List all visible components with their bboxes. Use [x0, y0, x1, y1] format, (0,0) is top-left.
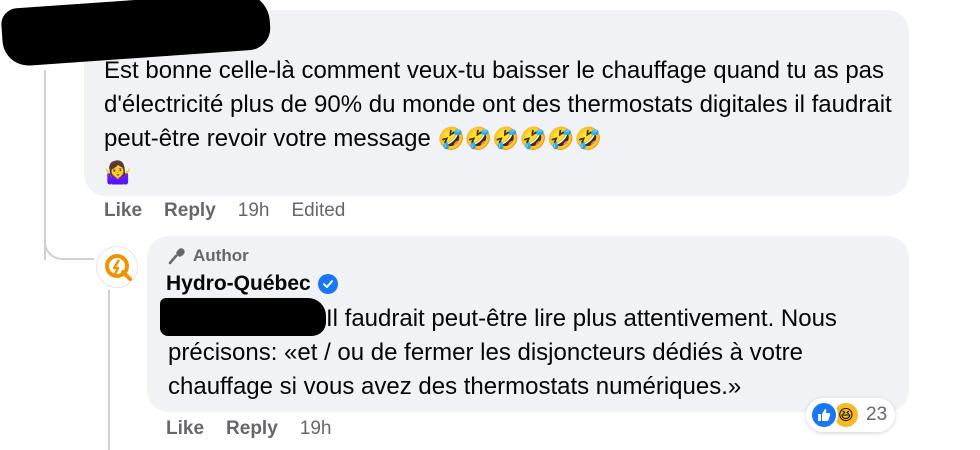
author-badge-label: Author: [193, 246, 249, 265]
reply-button[interactable]: Reply: [226, 418, 278, 440]
edited-label[interactable]: Edited: [291, 200, 345, 222]
reaction-summary[interactable]: 😆 23: [806, 398, 896, 432]
reply-button[interactable]: Reply: [164, 200, 216, 222]
rofl-emojis: 🤣🤣🤣🤣🤣🤣: [437, 126, 602, 151]
redacted-mention: [160, 298, 326, 336]
comment-text: Est bonne celle-là comment veux-tu baiss…: [104, 57, 892, 185]
comment-timestamp[interactable]: 19h: [238, 200, 270, 222]
author-badge: Author: [167, 246, 249, 266]
comment-actions: Like Reply 19h Edited: [104, 200, 345, 222]
verified-badge-icon: [317, 274, 338, 294]
author-name[interactable]: Hydro-Québec: [166, 272, 338, 296]
author-name-text[interactable]: Hydro-Québec: [166, 272, 311, 296]
shrug-emoji: 🤷‍♀️: [104, 160, 132, 185]
reaction-count: 23: [866, 404, 888, 425]
avatar[interactable]: [96, 246, 138, 288]
like-button[interactable]: Like: [166, 418, 204, 440]
reply-timestamp[interactable]: 19h: [300, 418, 332, 440]
reply-actions: Like Reply 19h: [166, 418, 331, 440]
thread-line-reply: [108, 290, 110, 450]
redacted-commenter-name-part: [30, 28, 180, 56]
like-reaction-icon: [810, 401, 838, 429]
hydro-quebec-logo-icon: [105, 254, 132, 281]
microphone-icon: [168, 248, 185, 265]
like-button[interactable]: Like: [104, 200, 142, 222]
thread-connector: [44, 210, 94, 260]
